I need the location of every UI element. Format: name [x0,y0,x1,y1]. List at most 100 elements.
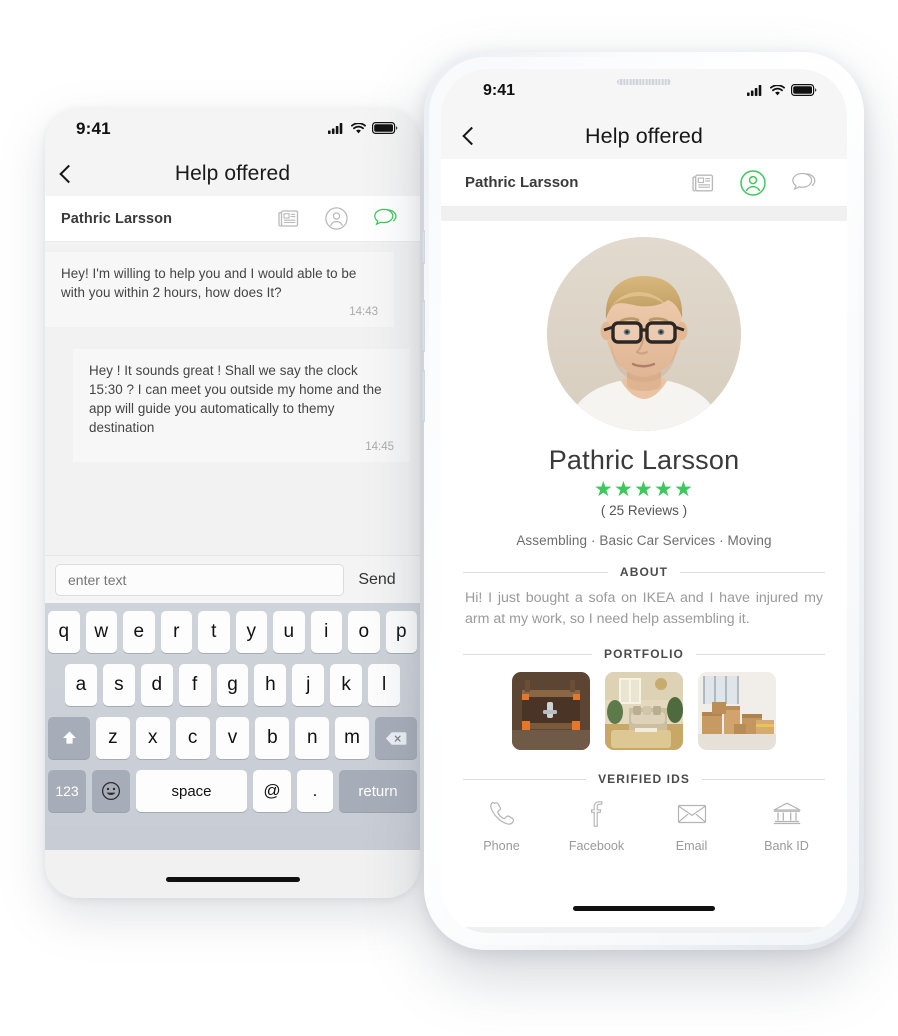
key-t[interactable]: t [198,611,230,653]
return-key[interactable]: return [339,770,417,812]
person-circle-icon[interactable] [325,207,348,230]
verified-ids-list: Phone Facebook Email Bank ID [441,786,847,853]
portfolio-image-furniture-assembly[interactable] [512,672,590,750]
key-n[interactable]: n [295,717,330,759]
verified-id-phone[interactable]: Phone [469,800,535,853]
numbers-key[interactable]: 123 [48,770,86,812]
article-icon[interactable] [692,173,714,193]
skills-list: Assembling · Basic Car Services · Moving [516,533,772,548]
left-sub-bar: Pathric Larsson [45,196,420,242]
chat-bubble-icon[interactable] [374,208,398,229]
rating-stars: ★★★★★ [593,478,695,501]
portfolio-image-moving-boxes[interactable] [698,672,776,750]
portfolio-section-header: PORTFOLIO [441,647,847,661]
profile-content[interactable]: Pathric Larsson ★★★★★ ( 25 Reviews ) Ass… [441,221,847,933]
key-r[interactable]: r [160,611,192,653]
right-phone-profile-screen: 9:41 Help offered Pathric Larsson Pathri… [422,52,864,950]
contact-name: Pathric Larsson [465,174,579,191]
key-l[interactable]: l [368,664,401,706]
key-a[interactable]: a [65,664,97,706]
key-o[interactable]: o [348,611,380,653]
about-heading: ABOUT [619,565,669,579]
right-nav-bar: Help offered [441,113,847,159]
keyboard-row-1: q w e r t y u i o p [48,611,417,653]
key-p[interactable]: p [385,611,417,653]
right-tab-icons [692,169,817,196]
portfolio-image-living-room[interactable] [605,672,683,750]
verified-ids-heading: VERIFIED IDS [598,772,690,786]
key-g[interactable]: g [216,664,249,706]
left-home-bar [45,850,420,898]
key-x[interactable]: x [135,717,170,759]
status-time: 9:41 [76,119,111,138]
back-chevron-icon[interactable] [462,126,481,146]
at-key[interactable]: @ [253,770,291,812]
email-envelope-icon [677,800,707,828]
status-icons [328,122,398,134]
divider-line-right [695,653,825,655]
section-divider-strip [441,207,847,221]
article-icon[interactable] [278,209,299,228]
verified-id-label: Email [675,839,708,853]
message-input[interactable] [55,563,344,596]
key-d[interactable]: d [140,664,173,706]
key-y[interactable]: y [235,611,267,653]
chat-bubble-icon[interactable] [792,172,817,194]
key-v[interactable]: v [215,717,250,759]
on-screen-keyboard[interactable]: q w e r t y u i o p a s d f g h j k l z … [45,603,420,850]
message-time: 14:43 [349,306,378,318]
avatar[interactable] [547,237,741,431]
divider-line-left [463,571,608,573]
smiley-icon[interactable] [92,770,130,812]
home-indicator[interactable] [573,906,715,911]
verified-id-label: Phone [483,839,520,853]
message-text: Hey! I'm willing to help you and I would… [61,266,357,300]
shift-arrow-icon[interactable] [48,717,90,759]
profile-name: Pathric Larsson [548,445,740,475]
key-c[interactable]: c [175,717,210,759]
volume-up-button[interactable] [422,300,425,352]
page-title: Help offered [174,162,291,185]
key-u[interactable]: u [273,611,305,653]
right-sub-bar: Pathric Larsson [441,159,847,207]
backspace-icon[interactable] [375,717,418,759]
cellular-signal-icon [747,84,764,96]
key-z[interactable]: z [96,717,130,759]
portfolio-gallery [441,661,847,750]
key-j[interactable]: j [292,664,325,706]
key-i[interactable]: i [310,611,342,653]
battery-icon [791,84,817,96]
verified-id-email[interactable]: Email [659,800,725,853]
key-w[interactable]: w [85,611,117,653]
portfolio-heading: PORTFOLIO [604,647,684,661]
verified-id-facebook[interactable]: Facebook [564,800,630,853]
bank-id-icon [772,800,802,828]
back-chevron-icon[interactable] [59,164,78,184]
cellular-signal-icon [328,122,345,134]
chat-bubble-incoming[interactable]: Hey! I'm willing to help you and I would… [45,252,394,327]
person-circle-icon[interactable] [740,169,766,196]
key-f[interactable]: f [178,664,211,706]
space-key[interactable]: space [136,770,247,812]
key-m[interactable]: m [335,717,370,759]
key-s[interactable]: s [102,664,135,706]
chat-bubble-outgoing[interactable]: Hey ! It sounds great ! Shall we say the… [73,349,410,462]
key-b[interactable]: b [255,717,290,759]
key-q[interactable]: q [48,611,80,653]
left-tab-icons [278,207,398,230]
right-phone-screen: 9:41 Help offered Pathric Larsson Pathri… [441,69,847,933]
page-title: Help offered [585,123,703,148]
left-status-bar: 9:41 [45,108,420,152]
send-button[interactable]: Send [344,571,410,589]
volume-down-button[interactable] [422,370,425,422]
message-time: 14:45 [365,441,394,453]
period-key[interactable]: . [297,770,333,812]
message-composer: Send [45,555,420,603]
home-indicator[interactable] [165,877,300,882]
verified-id-bank[interactable]: Bank ID [754,800,820,853]
key-e[interactable]: e [123,611,155,653]
key-k[interactable]: k [330,664,363,706]
key-h[interactable]: h [254,664,287,706]
mute-switch[interactable] [422,230,425,264]
divider-line-right [680,571,826,573]
